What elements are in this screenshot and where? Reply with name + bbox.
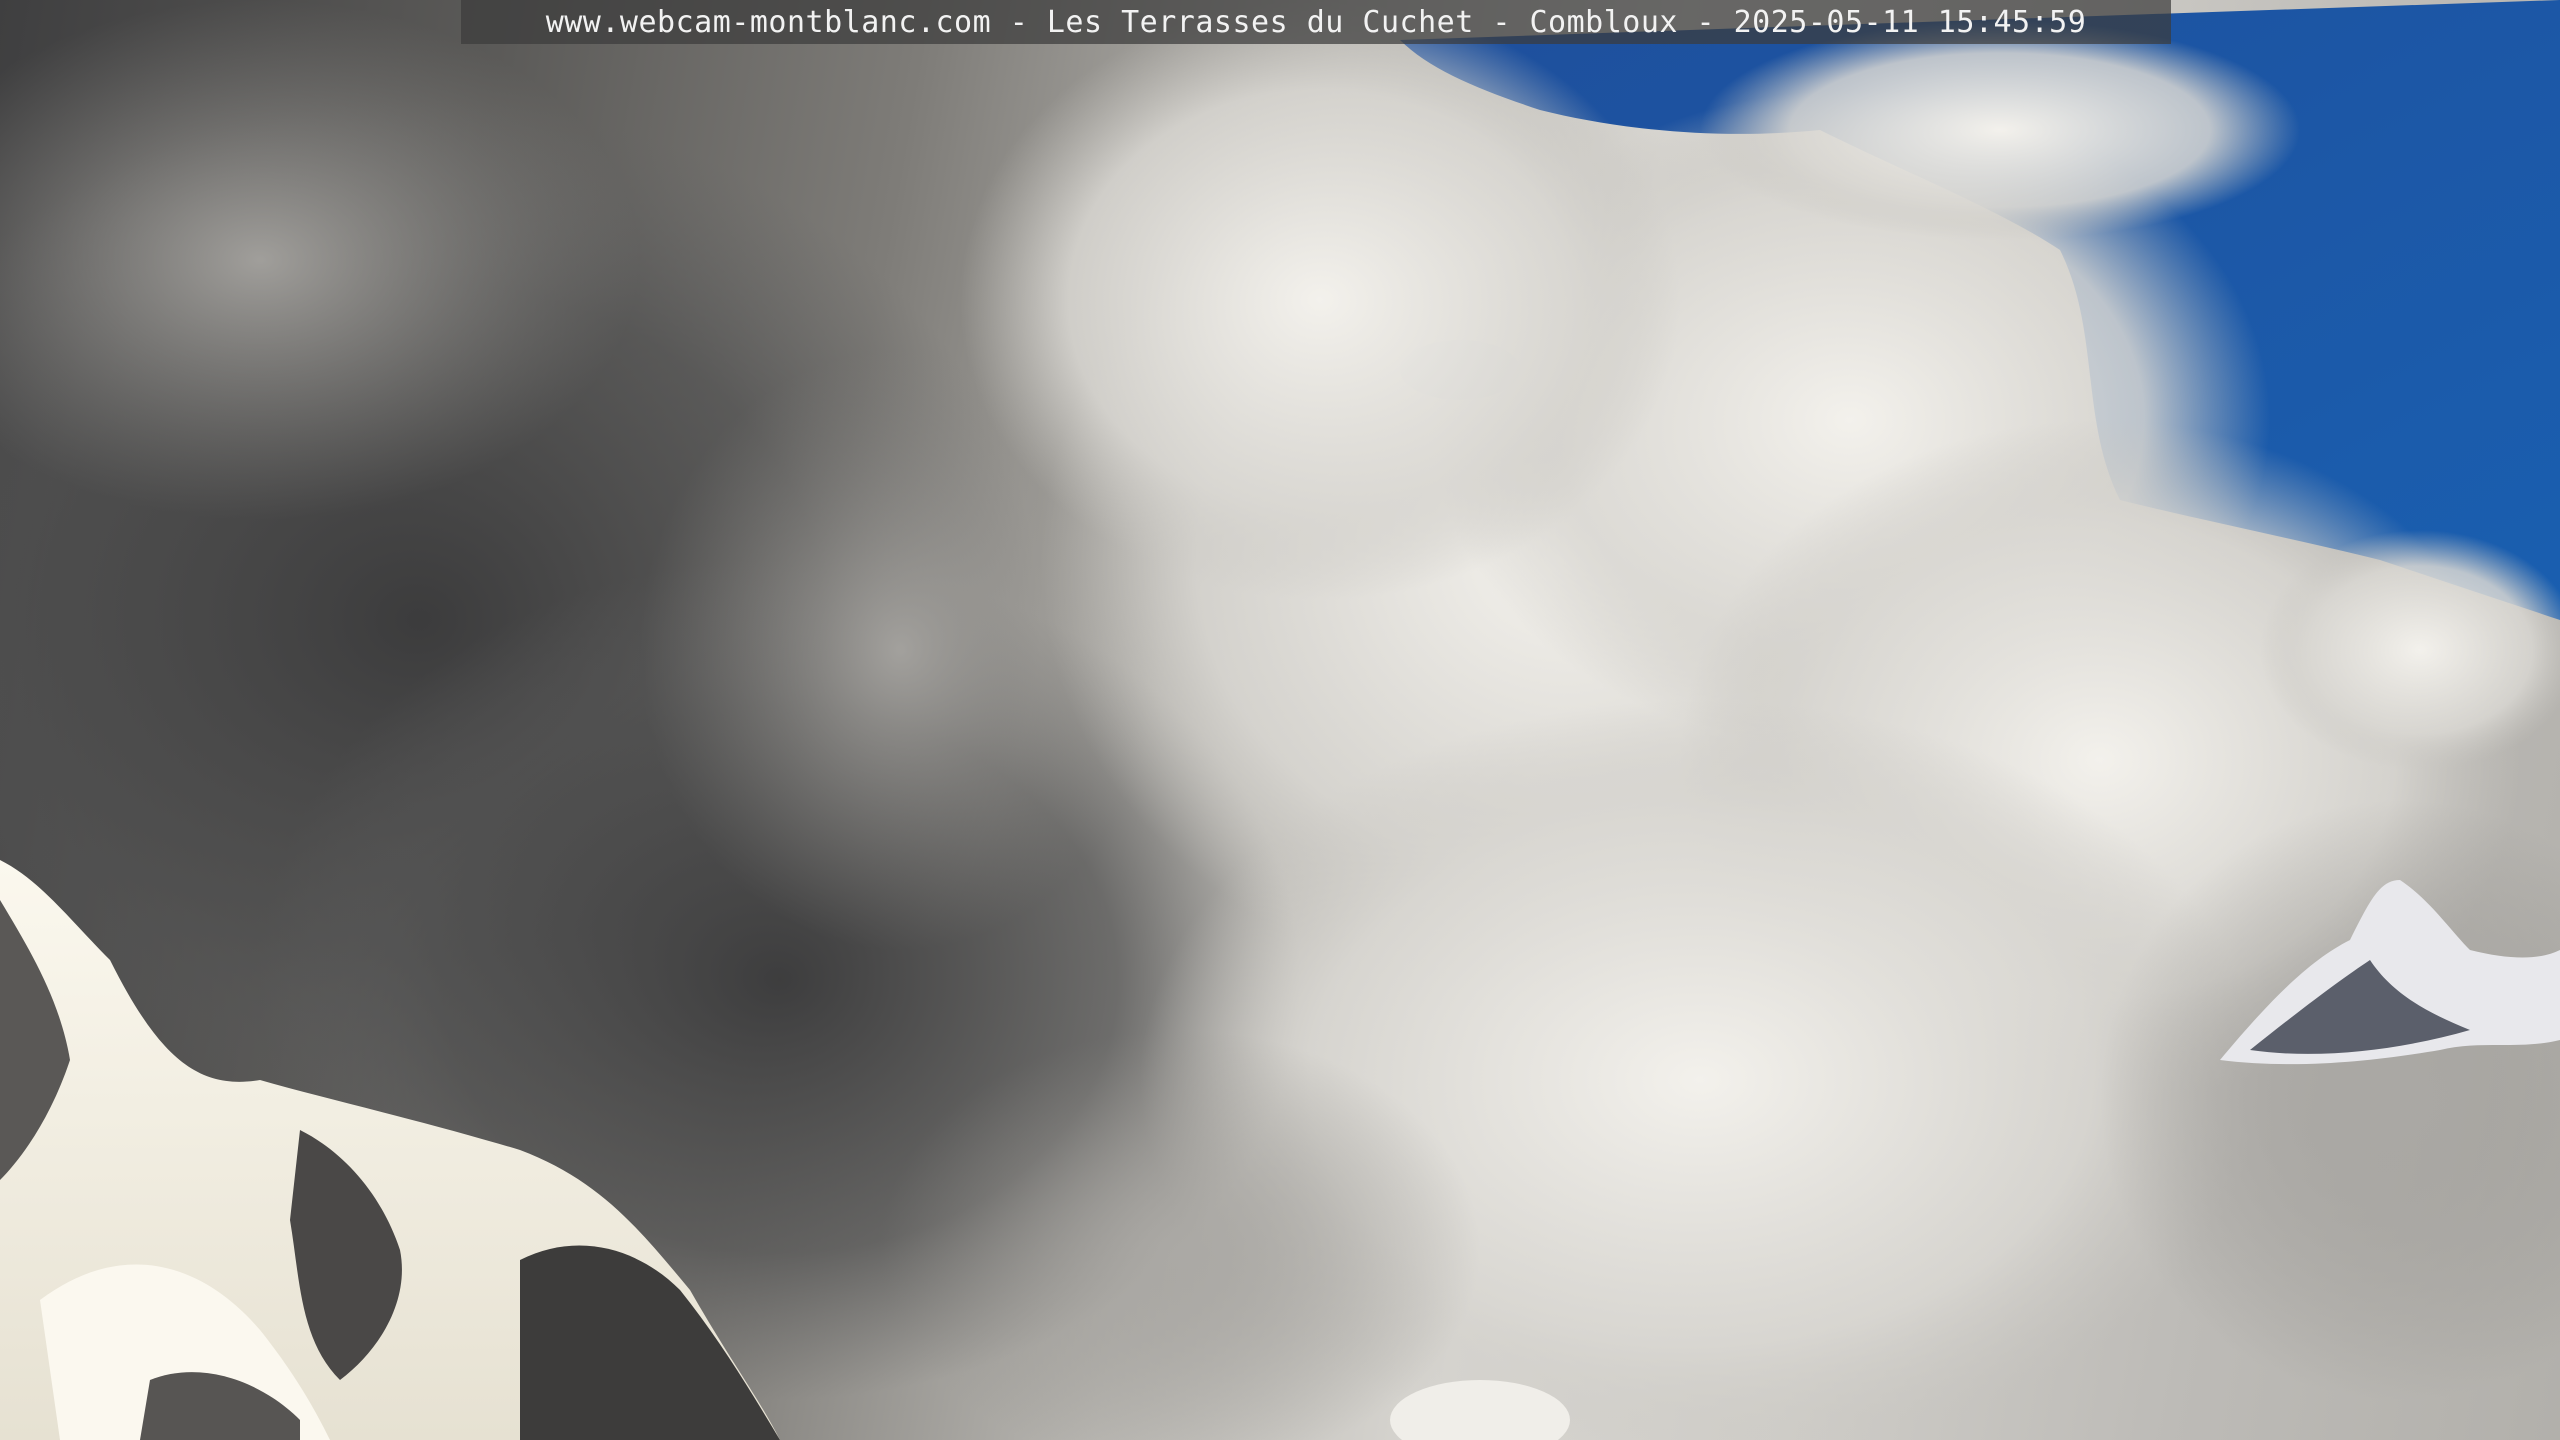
sky-clouds-mountains bbox=[0, 0, 2560, 1440]
timestamp-caption-bar: www.webcam-montblanc.com - Les Terrasses… bbox=[461, 0, 2171, 44]
timestamp-caption: www.webcam-montblanc.com - Les Terrasses… bbox=[545, 4, 2087, 40]
webcam-image: www.webcam-montblanc.com - Les Terrasses… bbox=[0, 0, 2560, 1440]
